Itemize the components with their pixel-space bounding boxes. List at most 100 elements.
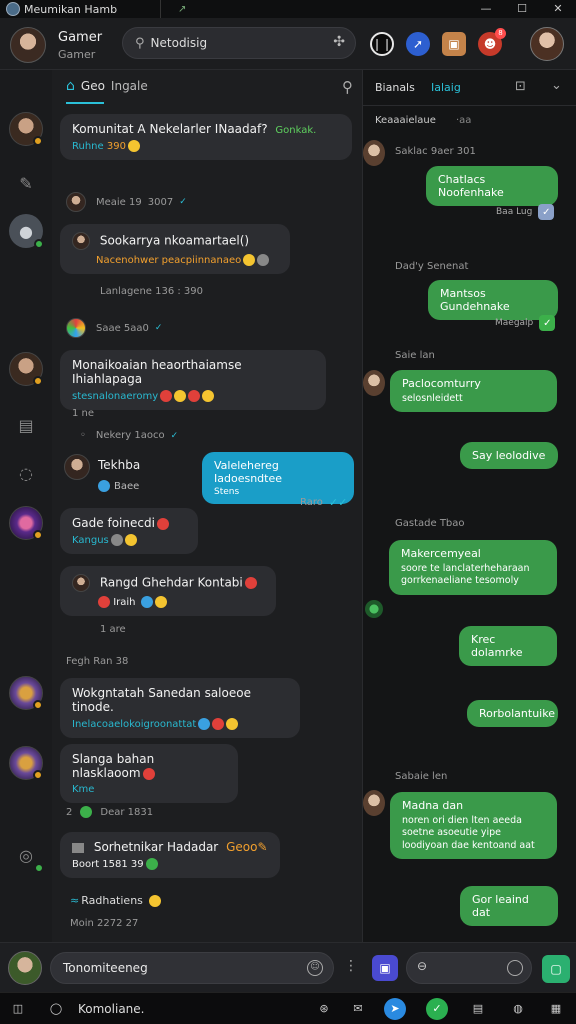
contact-avatar[interactable] <box>363 370 385 396</box>
bag-icon[interactable]: ▣ <box>442 32 466 56</box>
close-button[interactable]: ✕ <box>540 0 576 18</box>
image-icon <box>72 842 84 853</box>
outgoing-bubble[interactable]: Mantsos Gundehnake <box>428 280 558 320</box>
app-icon-green[interactable]: ✓ <box>426 998 448 1020</box>
notification-badge: 8 <box>495 28 506 39</box>
pen-icon[interactable]: ✎ <box>9 166 43 200</box>
user-placeholder-icon[interactable]: ● <box>9 214 44 249</box>
attach-button[interactable]: ▣ <box>372 955 398 981</box>
rail-contact-1[interactable] <box>9 112 43 146</box>
incoming-bubble[interactable]: Makercemyeal soore te lanclaterheharaan … <box>389 540 557 595</box>
secondary-input[interactable]: ⊖ <box>406 952 532 984</box>
outgoing-bubble[interactable]: Chatlacs Noofenhake <box>426 166 558 206</box>
chat-icon[interactable]: ◌ <box>9 456 43 490</box>
mail-icon[interactable]: ✉ <box>350 1001 366 1017</box>
status-avatar[interactable] <box>365 600 383 618</box>
minimize-button[interactable]: — <box>468 0 504 18</box>
emoji-icon <box>244 577 257 589</box>
clock-icon[interactable]: ◎ <box>9 838 44 873</box>
chat-icon[interactable]: ◯ <box>48 1001 64 1017</box>
sender-status: Baee <box>96 480 139 492</box>
section-label: Sabaie len <box>395 771 448 782</box>
document-icon[interactable]: ▤ <box>470 1001 486 1017</box>
messenger-icon[interactable]: ➤ <box>384 998 406 1020</box>
message-meta: 1 are <box>100 624 126 635</box>
section-label: Dad'y Senenat <box>395 261 469 272</box>
detail-pane: Bianals Ialaig ⊡ ⌄ Keaaaielaue ·aa Saklac… <box>363 70 576 942</box>
emoji-icon <box>148 894 161 907</box>
author-avatar[interactable] <box>66 192 86 212</box>
tab-secondary-label: Ingale <box>110 79 148 93</box>
message-meta: Maegalp <box>495 318 534 328</box>
rail-contact-3[interactable] <box>9 506 43 540</box>
globe-icon[interactable]: ◍ <box>510 1001 526 1017</box>
more-options-icon[interactable]: ⋮ <box>344 958 358 974</box>
status-badge <box>33 136 43 146</box>
message-text: Paclocomturry <box>402 377 481 390</box>
app-header: Gamer Gamer ⚲ Netodisig ✣ ❘❘ ➚ ▣ ☻ 8 <box>0 18 576 70</box>
clipboard-icon[interactable]: ▤ <box>9 408 43 442</box>
maximize-button[interactable]: ☐ <box>504 0 540 18</box>
tab-home[interactable]: ⌂ Geo Ingale <box>66 78 148 94</box>
message-input-value[interactable]: Tonomiteeneg <box>63 961 148 975</box>
header-icon-row: ❘❘ ➚ ▣ ☻ 8 <box>370 28 514 56</box>
count-label: 2 <box>66 806 73 818</box>
date-separator: Fegh Ran 38 <box>66 656 129 667</box>
message-bubble[interactable]: Sookarrya nkoamartael() Nacenohwer peacp… <box>60 224 290 274</box>
profile-avatar[interactable] <box>530 27 564 61</box>
message-bubble[interactable]: Komunitat A Nekelarler INaadaf? Gonkak. … <box>60 114 352 160</box>
filter-icon[interactable]: ⊡ <box>515 79 526 94</box>
message-bubble[interactable]: Wokgntatah Sanedan saloeoe tinode. Inela… <box>60 678 300 738</box>
incoming-bubble[interactable]: Paclocomturry selosnleidett <box>390 370 557 413</box>
contact-avatar[interactable] <box>363 140 385 166</box>
tab-active[interactable]: Ialaig <box>431 81 461 94</box>
chevron-down-icon[interactable]: ⌄ <box>551 78 562 93</box>
sender-name: Tekhba <box>98 458 141 472</box>
rail-contact-2[interactable] <box>9 352 43 386</box>
rail-contact-5[interactable] <box>9 746 43 780</box>
message-subtext: Kme <box>72 784 95 795</box>
incoming-bubble[interactable]: Madna dan noren ori dien lten aeeda soet… <box>390 792 557 860</box>
author-name: Meaie 19 <box>96 196 142 208</box>
streaming-icon[interactable]: ❘❘ <box>370 32 394 56</box>
user-avatar[interactable] <box>10 27 46 63</box>
outgoing-bubble[interactable]: Say leolodive <box>460 442 558 469</box>
composer-avatar[interactable] <box>8 951 42 985</box>
search-icon[interactable]: ⚲ <box>342 78 353 96</box>
tab-channels[interactable]: Bianals <box>375 81 415 94</box>
delivered-check-icon: ✓ <box>539 315 556 331</box>
message-bubble[interactable]: Sorhetnikar Hadadar Geoo✎ Boort 1581 39 <box>60 832 280 878</box>
send-icon[interactable]: ➚ <box>406 32 430 56</box>
outgoing-bubble[interactable]: Gor leaind dat <box>460 886 558 926</box>
tray-icon[interactable]: ▦ <box>548 1001 564 1017</box>
message-text: Madna dan <box>402 799 464 812</box>
message-bubble[interactable]: Slanga bahan nlasklaoom Kme <box>60 744 238 803</box>
message-input[interactable]: Tonomiteeneg ☺ <box>50 952 334 984</box>
emoji-picker-icon[interactable] <box>507 960 523 976</box>
outgoing-bubble[interactable]: Rorbolantuike <box>467 700 558 727</box>
start-icon[interactable]: ◫ <box>10 1001 26 1017</box>
notifications-icon[interactable]: ☻ 8 <box>478 28 506 56</box>
message-bubble[interactable]: Gade foinecdi Kangus <box>60 508 198 554</box>
pin-icon[interactable]: ↗ <box>178 4 186 15</box>
sender-avatar[interactable] <box>64 454 90 480</box>
message-subtext: stesnalonaeromy <box>72 391 159 402</box>
outgoing-bubble[interactable]: Krec dolamrke <box>459 626 557 666</box>
rail-contact-4[interactable] <box>9 676 43 710</box>
app-icon <box>6 2 20 16</box>
contact-avatar[interactable] <box>363 790 385 816</box>
message-bubble[interactable]: Monaikoaian heaorthaiamse Ihiahlapaga st… <box>60 350 326 410</box>
message-meta: Dear 1831 <box>100 806 154 818</box>
author-avatar[interactable] <box>66 318 86 338</box>
emoji-icon <box>156 517 169 530</box>
conversation-pane: ⌂ Geo Ingale ⚲ Komunitat A Nekelarler IN… <box>52 70 363 942</box>
emoji-icon <box>145 858 158 870</box>
search-input[interactable]: Netodisig <box>151 36 208 50</box>
settings-icon[interactable]: ⊛ <box>316 1001 332 1017</box>
send-button[interactable]: ▢ <box>542 955 570 983</box>
message-bubble[interactable]: Rangd Ghehdar Kontabi Iraih <box>60 566 276 616</box>
sparkle-icon[interactable]: ✣ <box>333 34 345 50</box>
emoji-icon <box>226 718 239 730</box>
search-bar[interactable]: ⚲ Netodisig ✣ <box>122 27 356 59</box>
emoji-picker-icon[interactable]: ☺ <box>307 960 323 976</box>
